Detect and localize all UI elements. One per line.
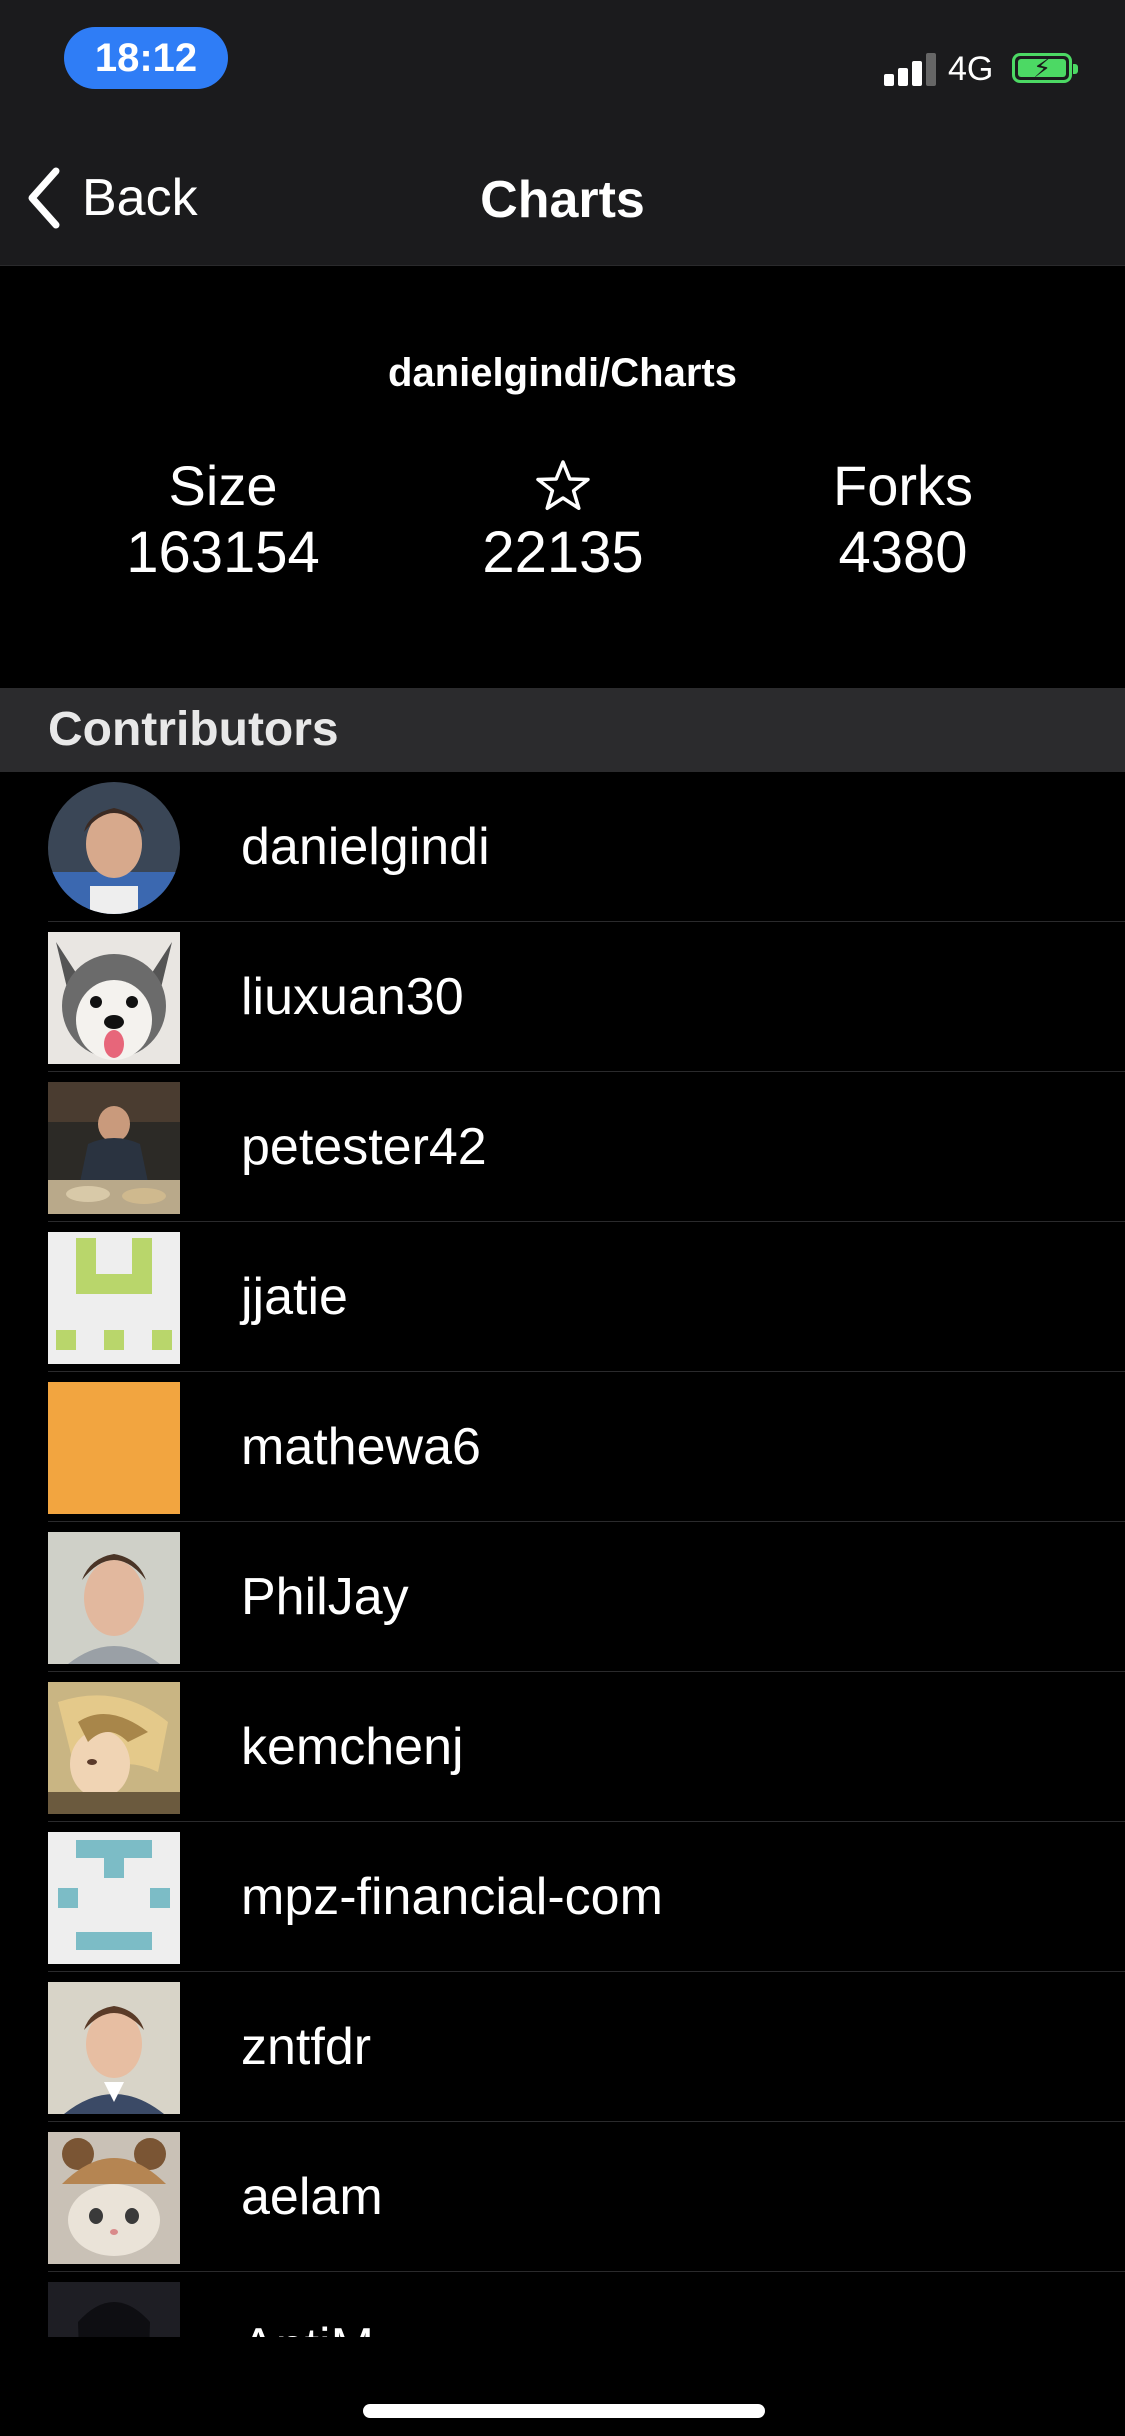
contributor-login: danielgindi <box>241 818 490 876</box>
status-bar: 18:12 4G ⚡ <box>0 0 1125 125</box>
star-icon <box>536 460 590 511</box>
contributor-login: mathewa6 <box>241 1418 481 1476</box>
contributor-login: zntfdr <box>241 2018 372 2076</box>
contributor-login: petester42 <box>241 1118 487 1176</box>
network-type: 4G <box>948 50 994 88</box>
avatar <box>48 782 180 914</box>
list-item[interactable]: liuxuan30 <box>0 922 1125 1072</box>
stat-forks: Forks 4380 <box>733 454 1073 588</box>
avatar <box>48 1682 180 1814</box>
repo-full-name: danielgindi/Charts <box>388 351 737 395</box>
list-item[interactable]: AntiM <box>0 2272 1125 2337</box>
contributor-login: PhilJay <box>241 1568 409 1626</box>
avatar <box>48 1532 180 1664</box>
stat-stars-value: 22135 <box>482 520 644 585</box>
avatar <box>48 1082 180 1214</box>
list-item[interactable]: PhilJay <box>0 1522 1125 1672</box>
contributor-login: AntiM <box>241 2272 374 2337</box>
section-header-contributors: Contributors <box>0 688 1125 772</box>
list-item[interactable]: jjatie <box>0 1222 1125 1372</box>
signal-strength-icon <box>884 52 936 86</box>
avatar <box>48 1382 180 1514</box>
stat-forks-value: 4380 <box>838 520 968 585</box>
contributor-login: mpz-financial-com <box>241 1868 663 1926</box>
contributor-login: kemchenj <box>241 1718 464 1776</box>
stat-forks-label: Forks <box>833 454 973 517</box>
list-item[interactable]: danielgindi <box>0 772 1125 922</box>
avatar <box>48 932 180 1064</box>
avatar <box>48 1982 180 2114</box>
avatar <box>48 1232 180 1364</box>
list-item[interactable]: mpz-financial-com <box>0 1822 1125 1972</box>
list-item[interactable]: mathewa6 <box>0 1372 1125 1522</box>
avatar <box>48 1832 180 1964</box>
contributor-login: aelam <box>241 2168 383 2226</box>
stat-size-value: 163154 <box>126 520 320 585</box>
list-item[interactable]: zntfdr <box>0 1972 1125 2122</box>
list-item[interactable]: petester42 <box>0 1072 1125 1222</box>
avatar <box>48 2282 180 2337</box>
list-item[interactable]: kemchenj <box>0 1672 1125 1822</box>
battery-charging-icon: ⚡ <box>1012 53 1078 83</box>
contributor-login: jjatie <box>241 1268 348 1326</box>
avatar <box>48 2132 180 2264</box>
page-title: Charts <box>480 171 645 229</box>
contributor-login: liuxuan30 <box>241 968 464 1026</box>
stat-size: Size 163154 <box>53 454 393 588</box>
stat-stars: 22135 <box>393 454 733 588</box>
stat-size-label: Size <box>168 454 278 517</box>
list-item[interactable]: aelam <box>0 2122 1125 2272</box>
status-time[interactable]: 18:12 <box>64 27 228 89</box>
contributors-list[interactable]: danielgindi liuxuan30 petester42 jjatie … <box>0 772 1125 2337</box>
home-indicator[interactable] <box>363 2404 765 2418</box>
navigation-bar: Back Charts <box>0 125 1125 266</box>
repo-header: danielgindi/Charts Size 163154 22135 For… <box>0 266 1125 688</box>
